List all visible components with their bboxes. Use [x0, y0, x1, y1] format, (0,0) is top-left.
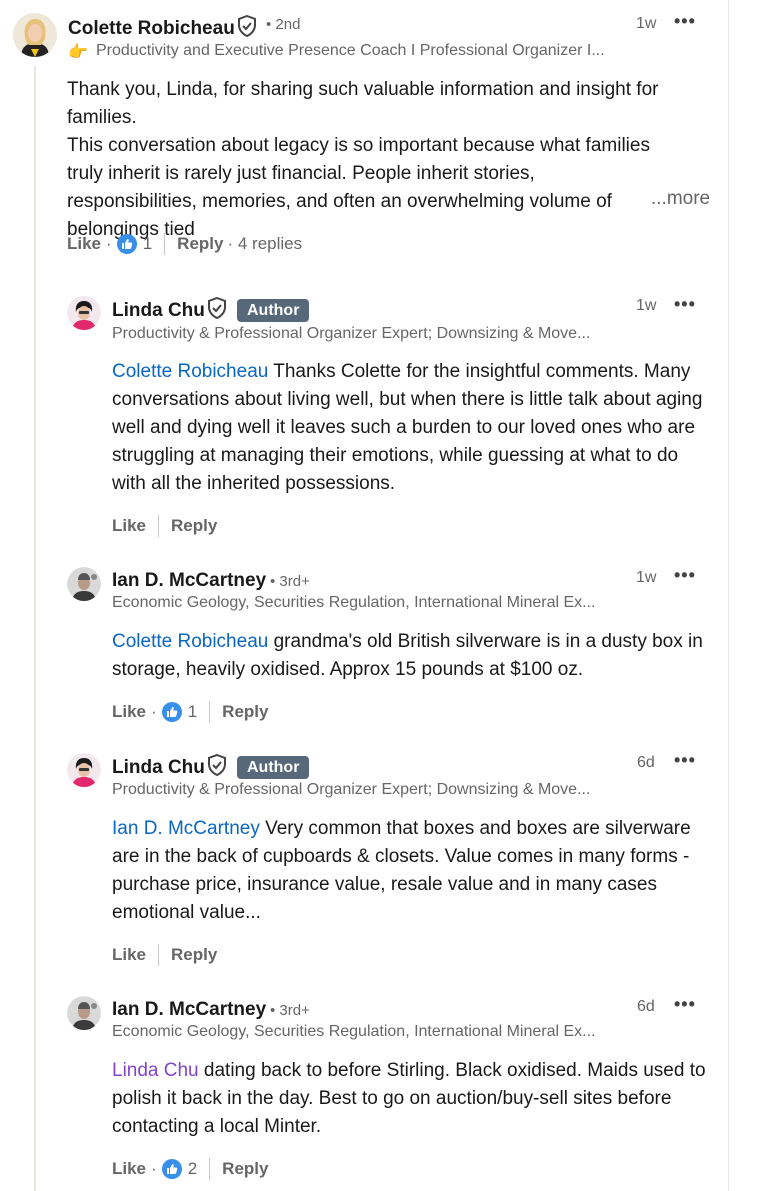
comment-paragraph: Thank you, Linda, for sharing such valua…: [67, 79, 659, 128]
divider: [158, 515, 160, 537]
comment-body: Colette Robicheau grandma's old British …: [112, 628, 712, 684]
like-button[interactable]: Like: [112, 945, 146, 965]
author-badge: Author: [237, 756, 310, 779]
mention-link[interactable]: Colette Robicheau: [112, 361, 268, 382]
comment-text: dating back to before Stirling. Black ox…: [112, 1060, 706, 1137]
comment-body: Linda Chu dating back to before Stirling…: [112, 1057, 712, 1141]
avatar[interactable]: [13, 13, 57, 57]
reply-button[interactable]: Reply: [171, 945, 217, 965]
comment-actions: Like Reply: [112, 514, 217, 538]
ellipsis-icon[interactable]: •••: [674, 565, 696, 586]
author-name[interactable]: Ian D. McCartney: [112, 999, 266, 1021]
reaction-count[interactable]: 1: [188, 702, 197, 722]
comment-actions: Like · 1 Reply · 4 replies: [67, 233, 303, 255]
author-headline: Economic Geology, Securities Regulation,…: [112, 1023, 596, 1040]
replies-count[interactable]: · 4 replies: [227, 234, 302, 254]
thread-line: [34, 66, 36, 1191]
connection-degree: • 3rd+: [270, 573, 310, 590]
mention-link[interactable]: Ian D. McCartney: [112, 818, 260, 839]
reply-button[interactable]: Reply: [177, 234, 223, 254]
avatar[interactable]: [67, 753, 101, 787]
divider: [209, 701, 211, 723]
comment-actions: Like · 2 Reply: [112, 1158, 269, 1180]
timestamp: 1w: [636, 569, 657, 586]
author-badge: Author: [237, 299, 310, 322]
reply-button[interactable]: Reply: [222, 702, 268, 722]
avatar[interactable]: [67, 567, 101, 601]
connection-degree: • 2nd: [266, 16, 301, 33]
comment-body: Colette Robicheau Thanks Colette for the…: [112, 358, 712, 498]
author-headline: Productivity & Professional Organizer Ex…: [112, 325, 591, 342]
author-headline: Productivity and Executive Presence Coac…: [96, 42, 605, 59]
thumbs-up-icon[interactable]: [161, 1159, 182, 1179]
reply-button[interactable]: Reply: [222, 1159, 268, 1179]
headline-emoji: 👉: [68, 44, 88, 61]
reaction-count[interactable]: 2: [188, 1159, 197, 1179]
author-name[interactable]: Colette Robicheau: [68, 18, 235, 40]
ellipsis-icon[interactable]: •••: [674, 11, 696, 32]
comment-actions: Like Reply: [112, 943, 217, 967]
right-border: [728, 0, 729, 1191]
ellipsis-icon[interactable]: •••: [674, 750, 696, 771]
comment-actions: Like · 1 Reply: [112, 701, 269, 723]
mention-link[interactable]: Colette Robicheau: [112, 631, 268, 652]
divider: [209, 1158, 211, 1180]
author-name[interactable]: Linda Chu: [112, 300, 205, 322]
like-button[interactable]: Like: [112, 702, 146, 722]
see-more-link[interactable]: ...more: [647, 188, 711, 210]
thumbs-up-icon[interactable]: [116, 234, 137, 254]
timestamp: 1w: [636, 297, 657, 314]
mention-link[interactable]: Linda Chu: [112, 1060, 199, 1081]
timestamp: 1w: [636, 15, 657, 32]
comment-body: Thank you, Linda, for sharing such valua…: [67, 76, 712, 244]
shield-check-icon: [237, 14, 257, 42]
thumbs-up-icon[interactable]: [161, 702, 182, 722]
shield-check-icon: [207, 296, 227, 324]
comment-body: Ian D. McCartney Very common that boxes …: [112, 815, 712, 927]
comment-paragraph: This conversation about legacy is so imp…: [67, 135, 650, 240]
reaction-count[interactable]: 1: [143, 234, 152, 254]
like-button[interactable]: Like: [112, 516, 146, 536]
like-button[interactable]: Like: [112, 1159, 146, 1179]
author-headline: Economic Geology, Securities Regulation,…: [112, 594, 596, 611]
timestamp: 6d: [637, 754, 655, 771]
connection-degree: • 3rd+: [270, 1002, 310, 1019]
divider: [158, 944, 160, 966]
ellipsis-icon[interactable]: •••: [674, 994, 696, 1015]
avatar[interactable]: [67, 296, 101, 330]
timestamp: 6d: [637, 998, 655, 1015]
avatar[interactable]: [67, 996, 101, 1030]
author-name[interactable]: Ian D. McCartney: [112, 570, 266, 592]
author-name[interactable]: Linda Chu: [112, 757, 205, 779]
author-headline: Productivity & Professional Organizer Ex…: [112, 781, 591, 798]
divider: [164, 233, 166, 255]
reply-button[interactable]: Reply: [171, 516, 217, 536]
like-button[interactable]: Like: [67, 234, 101, 254]
ellipsis-icon[interactable]: •••: [674, 294, 696, 315]
shield-check-icon: [207, 753, 227, 781]
